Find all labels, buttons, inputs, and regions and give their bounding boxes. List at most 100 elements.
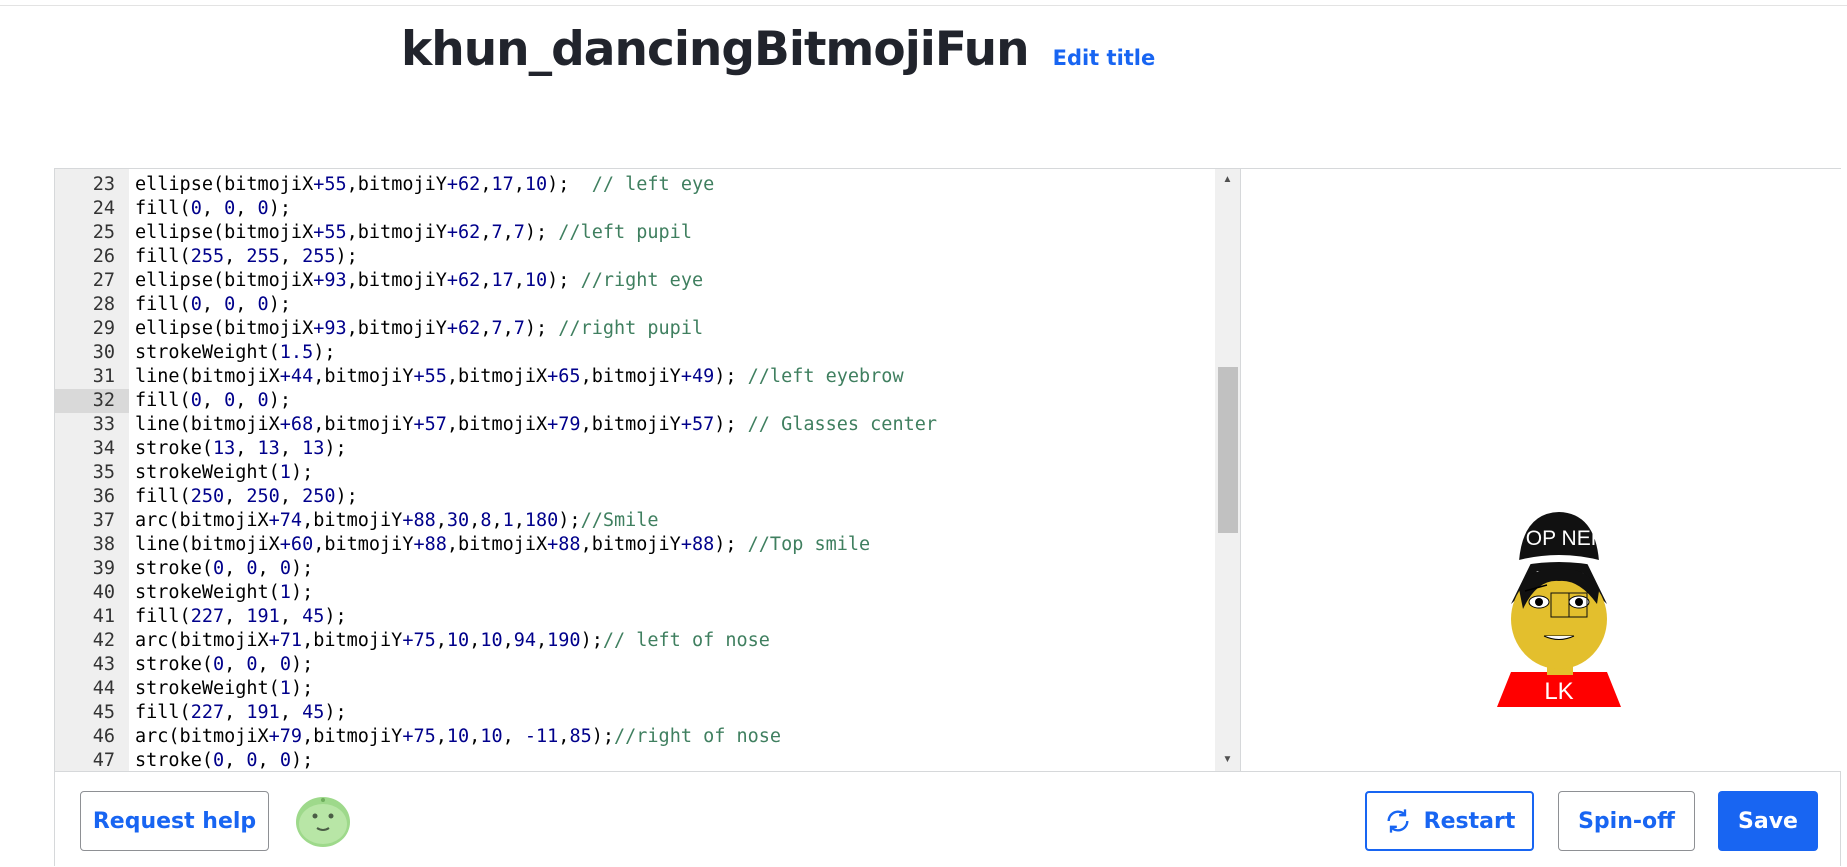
code-token: ,bitmojiY (313, 414, 414, 435)
line-number: 25 (92, 222, 115, 243)
code-text[interactable]: line(bitmojiX+44,bitmojiY+55,bitmojiX+65… (129, 365, 904, 389)
code-line[interactable]: 38 line(bitmojiX+60,bitmojiY+88,bitmojiX+… (55, 533, 1215, 557)
code-text[interactable]: fill(227, 191, 45); (129, 605, 347, 629)
code-text[interactable]: fill(255, 255, 255); (129, 245, 358, 269)
output-canvas[interactable]: TOP NEP LK (1240, 169, 1841, 771)
code-token: , (235, 390, 258, 411)
code-token: , (279, 486, 303, 507)
code-text[interactable]: arc(bitmojiX+74,bitmojiY+88,30,8,1,180);… (129, 509, 659, 533)
line-number: 40 (92, 582, 115, 603)
code-comment: // left of nose (602, 630, 770, 651)
code-text[interactable]: ellipse(bitmojiX+93,bitmojiY+62,7,7); //… (129, 317, 703, 341)
code-token: arc(bitmojiX (135, 630, 269, 651)
code-line[interactable]: 43 stroke(0, 0, 0); (55, 653, 1215, 677)
spin-off-button[interactable]: Spin-off (1558, 791, 1695, 851)
code-number: 1 (279, 582, 291, 603)
line-number: 33 (92, 414, 115, 435)
code-token: ); (324, 606, 347, 627)
code-text[interactable]: strokeWeight(1.5); (129, 341, 336, 365)
code-text[interactable]: strokeWeight(1); (129, 461, 313, 485)
code-token: , (257, 558, 280, 579)
code-line[interactable]: 46 arc(bitmojiX+79,bitmojiY+75,10,10, -11… (55, 725, 1215, 749)
code-text[interactable]: arc(bitmojiX+71,bitmojiY+75,10,10,94,190… (129, 629, 770, 653)
code-line[interactable]: 23 ellipse(bitmojiX+55,bitmojiY+62,17,10)… (55, 173, 1215, 197)
code-text[interactable]: fill(0, 0, 0); (129, 293, 291, 317)
code-text[interactable]: fill(0, 0, 0); (129, 197, 291, 221)
code-line[interactable]: 27 ellipse(bitmojiX+93,bitmojiY+62,17,10)… (55, 269, 1215, 293)
code-text[interactable]: fill(250, 250, 250); (129, 485, 358, 509)
code-line[interactable]: 45 fill(227, 191, 45); (55, 701, 1215, 725)
code-area[interactable]: 23 ellipse(bitmojiX+55,bitmojiY+62,17,10)… (55, 173, 1215, 771)
line-number: 42 (92, 630, 115, 651)
scrollbar-thumb[interactable] (1218, 367, 1238, 533)
code-line[interactable]: 24 fill(0, 0, 0); (55, 197, 1215, 221)
code-number: 250 (302, 486, 336, 507)
code-line[interactable]: 39 stroke(0, 0, 0); (55, 557, 1215, 581)
code-line[interactable]: 42 arc(bitmojiX+71,bitmojiY+75,10,10,94,1… (55, 629, 1215, 653)
code-line[interactable]: 31 line(bitmojiX+44,bitmojiY+55,bitmojiX+… (55, 365, 1215, 389)
save-button[interactable]: Save (1718, 791, 1818, 851)
code-line[interactable]: 25 ellipse(bitmojiX+55,bitmojiY+62,7,7); … (55, 221, 1215, 245)
code-text[interactable]: line(bitmojiX+68,bitmojiY+57,bitmojiX+79… (129, 413, 937, 437)
code-line[interactable]: 30 strokeWeight(1.5); (55, 341, 1215, 365)
code-token: ); (714, 414, 748, 435)
code-number: 17 (491, 174, 514, 195)
code-line[interactable]: 35 strokeWeight(1); (55, 461, 1215, 485)
code-number: +88 (413, 534, 447, 555)
code-text[interactable]: ellipse(bitmojiX+55,bitmojiY+62,7,7); //… (129, 221, 692, 245)
code-number: 7 (491, 318, 503, 339)
code-line[interactable]: 41 fill(227, 191, 45); (55, 605, 1215, 629)
code-line[interactable]: 32 fill(0, 0, 0); (55, 389, 1215, 413)
code-number: +62 (446, 318, 481, 339)
arrow-down-icon[interactable]: ▼ (1215, 751, 1240, 769)
edit-title-link[interactable]: Edit title (1053, 46, 1156, 70)
code-number: +88 (680, 534, 715, 555)
code-token: , (513, 270, 525, 291)
code-line[interactable]: 26 fill(255, 255, 255); (55, 245, 1215, 269)
code-text[interactable]: ellipse(bitmojiX+93,bitmojiY+62,17,10); … (129, 269, 703, 293)
code-text[interactable]: fill(227, 191, 45); (129, 701, 347, 725)
code-text[interactable]: stroke(0, 0, 0); (129, 653, 313, 677)
code-token: ,bitmojiX (446, 534, 548, 555)
code-text[interactable]: fill(0, 0, 0); (129, 389, 291, 413)
code-token: , (257, 654, 280, 675)
code-text[interactable]: arc(bitmojiX+79,bitmojiY+75,10,10, -11,8… (129, 725, 781, 749)
code-text[interactable]: stroke(0, 0, 0); (129, 749, 313, 771)
code-line[interactable]: 36 fill(250, 250, 250); (55, 485, 1215, 509)
code-line[interactable]: 28 fill(0, 0, 0); (55, 293, 1215, 317)
code-line[interactable]: 47 stroke(0, 0, 0); (55, 749, 1215, 771)
code-text[interactable]: ellipse(bitmojiX+55,bitmojiY+62,17,10); … (129, 173, 714, 197)
code-line[interactable]: 44 strokeWeight(1); (55, 677, 1215, 701)
code-token: , (201, 198, 225, 219)
code-token: line(bitmojiX (135, 414, 280, 435)
line-number: 47 (92, 750, 115, 771)
code-number: 0 (279, 654, 291, 675)
code-text[interactable]: strokeWeight(1); (129, 677, 313, 701)
restart-button[interactable]: Restart (1365, 791, 1534, 851)
code-number: 1 (279, 678, 291, 699)
code-line[interactable]: 40 strokeWeight(1); (55, 581, 1215, 605)
code-token: ); (313, 342, 336, 363)
code-number: 10 (446, 726, 470, 747)
code-text[interactable]: strokeWeight(1); (129, 581, 313, 605)
avatar-icon[interactable] (293, 792, 353, 850)
code-text[interactable]: stroke(0, 0, 0); (129, 557, 313, 581)
line-number: 32 (55, 389, 129, 413)
code-token: , (502, 726, 525, 747)
editor-scrollbar[interactable]: ▲ ▼ (1215, 169, 1240, 771)
restart-label: Restart (1423, 808, 1516, 834)
code-line[interactable]: 34 stroke(13, 13, 13); (55, 437, 1215, 461)
code-token: ); (290, 462, 314, 483)
line-number: 36 (92, 486, 115, 507)
request-help-button[interactable]: Request help (80, 791, 269, 851)
code-line[interactable]: 33 line(bitmojiX+68,bitmojiY+57,bitmojiX+… (55, 413, 1215, 437)
arrow-up-icon[interactable]: ▲ (1215, 171, 1240, 189)
code-number: 10 (524, 270, 548, 291)
code-editor[interactable]: 23 ellipse(bitmojiX+55,bitmojiY+62,17,10)… (55, 169, 1240, 771)
code-line[interactable]: 29 ellipse(bitmojiX+93,bitmojiY+62,7,7); … (55, 317, 1215, 341)
line-number: 35 (92, 462, 115, 483)
code-token: fill( (135, 606, 191, 627)
code-line[interactable]: 37 arc(bitmojiX+74,bitmojiY+88,30,8,1,180… (55, 509, 1215, 533)
code-text[interactable]: line(bitmojiX+60,bitmojiY+88,bitmojiX+88… (129, 533, 870, 557)
code-text[interactable]: stroke(13, 13, 13); (129, 437, 347, 461)
